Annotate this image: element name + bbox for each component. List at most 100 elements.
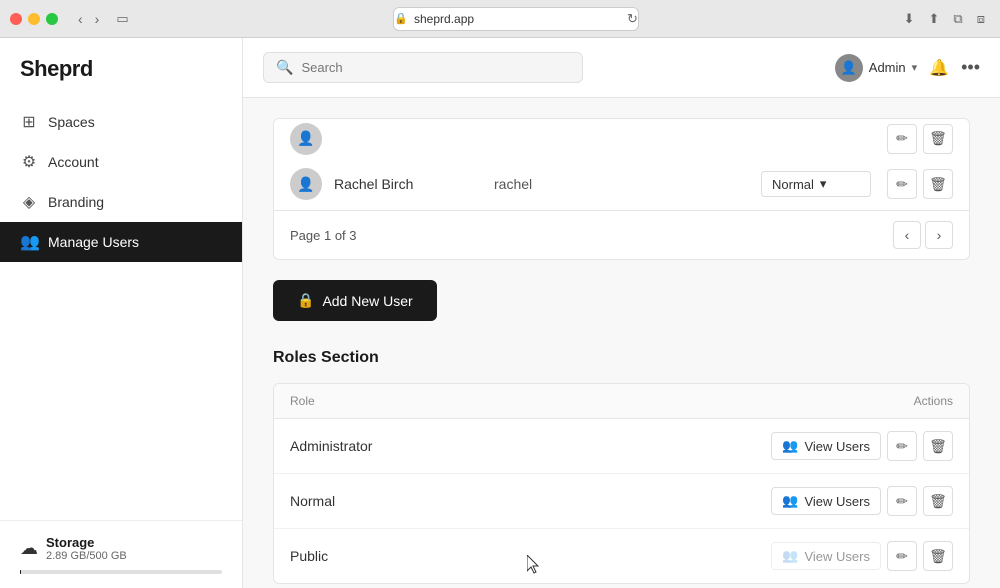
window-controls-right: ⬇ ⬆ ⧉ ⧈ xyxy=(899,9,990,29)
col-actions-header: Actions xyxy=(753,394,953,408)
user-row-partial: 👤 ✏ 🗑 xyxy=(273,118,970,158)
edit-public-button[interactable]: ✏ xyxy=(887,541,917,571)
view-users-normal-button[interactable]: 👥 View Users xyxy=(771,487,881,515)
close-button[interactable] xyxy=(10,13,22,25)
pagination-buttons: ‹ › xyxy=(893,221,953,249)
storage-label: Storage xyxy=(46,535,127,550)
window-expand-icon[interactable]: ⧉ xyxy=(948,9,967,29)
view-users-normal-icon: 👥 xyxy=(782,493,798,509)
account-icon: ⚙ xyxy=(20,152,38,172)
role-row-normal: Normal 👥 View Users ✏ 🗑 xyxy=(274,474,969,529)
admin-menu[interactable]: 👤 Admin ▾ xyxy=(835,54,917,82)
sidebar-label-account: Account xyxy=(48,154,99,170)
view-users-admin-label: View Users xyxy=(804,439,870,454)
role-dropdown-arrow: ▾ xyxy=(820,176,827,192)
search-icon: 🔍 xyxy=(276,59,293,76)
share-icon[interactable]: ⬆ xyxy=(924,9,945,29)
next-page-button[interactable]: › xyxy=(925,221,953,249)
view-users-administrator-button[interactable]: 👥 View Users xyxy=(771,432,881,460)
rachel-actions: ✏ 🗑 xyxy=(887,169,953,199)
sidebar-label-spaces: Spaces xyxy=(48,114,95,130)
download-icon[interactable]: ⬇ xyxy=(899,9,920,29)
view-users-public-button[interactable]: 👥 View Users xyxy=(771,542,881,570)
delete-btn-partial[interactable]: 🗑 xyxy=(923,124,953,154)
role-row-administrator: Administrator 👥 View Users ✏ 🗑 xyxy=(274,419,969,474)
roles-section-title: Roles Section xyxy=(273,349,970,367)
header-actions: 👤 Admin ▾ 🔔 ••• xyxy=(835,54,980,82)
view-users-normal-label: View Users xyxy=(804,494,870,509)
maximize-button[interactable] xyxy=(46,13,58,25)
app-logo: Sheprd xyxy=(0,38,242,98)
avatar: 👤 xyxy=(835,54,863,82)
app-header: 🔍 👤 Admin ▾ 🔔 ••• xyxy=(243,38,1000,98)
notification-icon[interactable]: 🔔 xyxy=(929,58,949,78)
forward-button[interactable]: › xyxy=(91,9,104,29)
content-inner: 👤 ✏ 🗑 👤 Rachel Birch rachel Normal ▾ ✏ 🗑 xyxy=(243,98,1000,588)
manage-users-icon: 👥 xyxy=(20,232,38,252)
add-user-label: Add New User xyxy=(322,293,412,309)
address-bar: 🔒 sheprd.app ↻ xyxy=(393,7,639,31)
pagination-row: Page 1 of 3 ‹ › xyxy=(273,211,970,260)
view-users-admin-icon: 👥 xyxy=(782,438,798,454)
search-input[interactable] xyxy=(301,60,570,75)
role-actions-administrator: 👥 View Users ✏ 🗑 xyxy=(771,431,953,461)
rachel-username: rachel xyxy=(494,176,614,192)
rachel-name: Rachel Birch xyxy=(334,176,494,192)
role-row-public: Public 👥 View Users ✏ 🗑 xyxy=(274,529,969,583)
rachel-avatar: 👤 xyxy=(290,168,322,200)
delete-public-button[interactable]: 🗑 xyxy=(923,541,953,571)
col-role-header: Role xyxy=(290,394,753,408)
traffic-lights xyxy=(10,13,58,25)
role-name-administrator: Administrator xyxy=(290,438,771,454)
sidebar-label-branding: Branding xyxy=(48,194,104,210)
admin-label: Admin xyxy=(869,60,906,75)
lock-icon: 🔒 xyxy=(394,12,408,25)
spaces-icon: ⊞ xyxy=(20,112,38,132)
delete-administrator-button[interactable]: 🗑 xyxy=(923,431,953,461)
admin-dropdown-arrow: ▾ xyxy=(912,61,918,74)
edit-btn-partial[interactable]: ✏ xyxy=(887,124,917,154)
reload-button[interactable]: ↻ xyxy=(627,11,638,27)
delete-normal-button[interactable]: 🗑 xyxy=(923,486,953,516)
sidebar-item-spaces[interactable]: ⊞ Spaces xyxy=(0,102,242,142)
user-avatar-partial: 👤 xyxy=(290,123,322,155)
branding-icon: ◈ xyxy=(20,192,38,212)
page-info: Page 1 of 3 xyxy=(290,228,357,243)
role-actions-public: 👥 View Users ✏ 🗑 xyxy=(771,541,953,571)
back-button[interactable]: ‹ xyxy=(74,9,87,29)
delete-rachel-button[interactable]: 🗑 xyxy=(923,169,953,199)
sidebar-nav: ⊞ Spaces ⚙ Account ◈ Branding 👥 Manage U… xyxy=(0,98,242,520)
sidebar-item-account[interactable]: ⚙ Account xyxy=(0,142,242,182)
add-user-icon: 🔒 xyxy=(297,292,314,309)
tab-layout-button[interactable]: ▭ xyxy=(111,9,133,29)
rachel-role-label: Normal xyxy=(772,177,814,192)
minimize-button[interactable] xyxy=(28,13,40,25)
search-box[interactable]: 🔍 xyxy=(263,52,583,83)
storage-amount: 2.89 GB/500 GB xyxy=(46,550,127,562)
edit-rachel-button[interactable]: ✏ xyxy=(887,169,917,199)
role-actions-normal: 👥 View Users ✏ 🗑 xyxy=(771,486,953,516)
view-users-public-label: View Users xyxy=(804,549,870,564)
more-options-icon[interactable]: ••• xyxy=(961,57,980,78)
main-content: 👤 ✏ 🗑 👤 Rachel Birch rachel Normal ▾ ✏ 🗑 xyxy=(243,38,1000,588)
sidebar-item-branding[interactable]: ◈ Branding xyxy=(0,182,242,222)
cloud-icon: ☁ xyxy=(20,538,38,559)
view-users-public-icon: 👥 xyxy=(782,548,798,564)
edit-administrator-button[interactable]: ✏ xyxy=(887,431,917,461)
storage-info: ☁ Storage 2.89 GB/500 GB xyxy=(20,535,222,574)
rachel-role-select[interactable]: Normal ▾ xyxy=(761,171,871,197)
nav-arrows: ‹ › xyxy=(74,9,103,29)
sidebar-item-manage-users[interactable]: 👥 Manage Users xyxy=(0,222,242,262)
prev-page-button[interactable]: ‹ xyxy=(893,221,921,249)
add-new-user-button[interactable]: 🔒 Add New User xyxy=(273,280,437,321)
storage-bar-background xyxy=(20,570,222,574)
storage-bar-fill xyxy=(20,570,21,574)
more-windows-icon[interactable]: ⧈ xyxy=(972,9,990,29)
sidebar-label-manage-users: Manage Users xyxy=(48,234,139,250)
roles-table: Role Actions Administrator 👥 View Users … xyxy=(273,383,970,584)
role-name-normal: Normal xyxy=(290,493,771,509)
window-chrome: ‹ › ▭ 🔒 sheprd.app ↻ ⬇ ⬆ ⧉ ⧈ xyxy=(0,0,1000,38)
sidebar: Sheprd ⊞ Spaces ⚙ Account ◈ Branding 👥 M… xyxy=(0,38,243,588)
role-name-public: Public xyxy=(290,548,771,564)
edit-normal-button[interactable]: ✏ xyxy=(887,486,917,516)
